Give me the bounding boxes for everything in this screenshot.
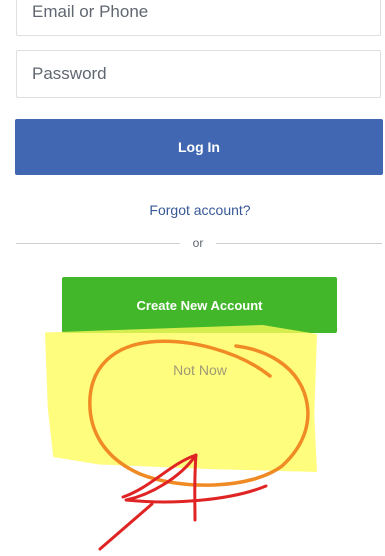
- forgot-account-link[interactable]: Forgot account?: [0, 202, 385, 218]
- password-placeholder: Password: [32, 64, 107, 83]
- email-field[interactable]: Email or Phone: [16, 0, 381, 36]
- login-button[interactable]: Log In: [15, 119, 383, 175]
- divider-left: [16, 243, 180, 244]
- red-arrow-shaft: [98, 502, 154, 551]
- password-field[interactable]: Password: [16, 50, 381, 98]
- create-account-button[interactable]: Create New Account: [62, 277, 337, 333]
- or-divider-label: or: [192, 236, 204, 250]
- login-button-label: Log In: [178, 139, 220, 155]
- not-now-button[interactable]: Not Now: [120, 362, 280, 378]
- create-account-label: Create New Account: [136, 297, 263, 313]
- email-placeholder: Email or Phone: [32, 2, 149, 21]
- divider-right: [216, 243, 382, 244]
- yellow-highlight-annotation: [45, 325, 317, 472]
